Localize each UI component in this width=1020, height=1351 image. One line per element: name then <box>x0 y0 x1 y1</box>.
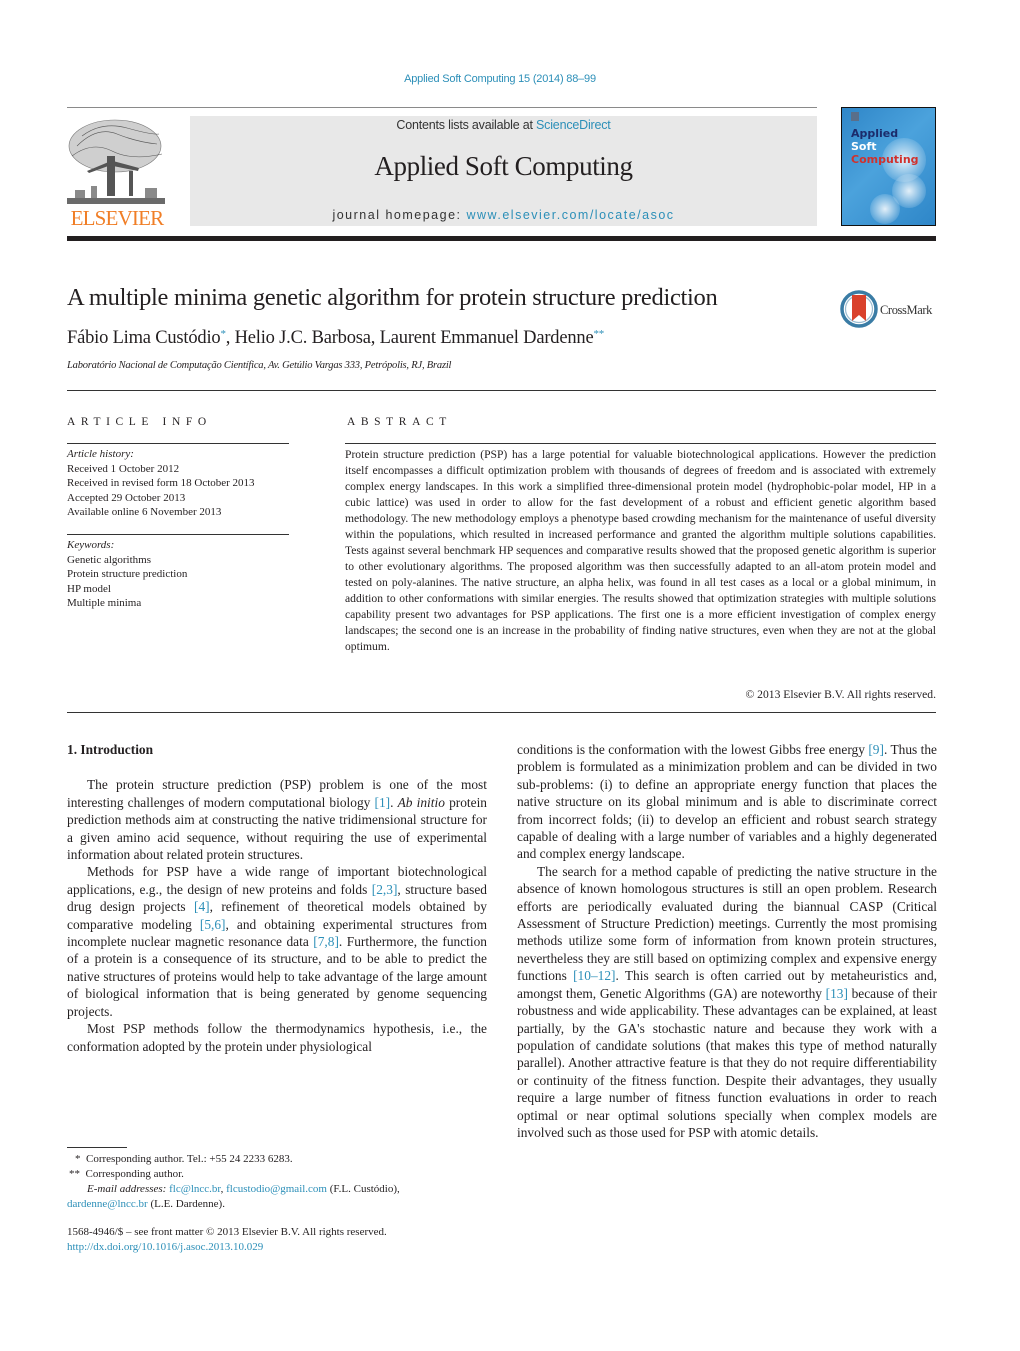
citation-link[interactable]: [1] <box>375 795 391 810</box>
email-label: E-mail addresses: <box>87 1183 167 1195</box>
elsevier-wordmark: ELSEVIER <box>70 206 165 230</box>
paragraph-text: The search for a method capable of predi… <box>517 863 937 984</box>
footnote-mark: * <box>75 1153 81 1165</box>
cover-bubble <box>870 194 900 224</box>
keywords: Keywords: Genetic algorithms Protein str… <box>67 538 297 611</box>
cover-title-line1: Applied <box>851 127 899 140</box>
divider <box>67 443 289 444</box>
history-item: Available online 6 November 2013 <box>67 506 222 518</box>
journal-name: Applied Soft Computing <box>374 151 633 181</box>
footnote-mark: ** <box>69 1168 80 1180</box>
footnote-text: Corresponding author. Tel.: +55 24 2233 … <box>86 1153 293 1165</box>
email-line: E-mail addresses: flc@lncc.br, flcustodi… <box>67 1182 497 1197</box>
divider <box>67 534 289 535</box>
history-item: Accepted 29 October 2013 <box>67 491 186 504</box>
divider <box>67 390 936 391</box>
body-paragraph: The protein structure prediction (PSP) p… <box>67 776 487 863</box>
crossmark-icon <box>840 290 878 328</box>
email-link[interactable]: dardenne@lncc.br <box>67 1198 148 1210</box>
italic-text: Ab initio <box>397 794 445 810</box>
email-line: dardenne@lncc.br (L.E. Dardenne). <box>67 1197 497 1212</box>
elsevier-logo[interactable]: ELSEVIER <box>67 116 167 230</box>
crossmark-badge[interactable]: CrossMark <box>840 289 940 331</box>
body-paragraph: conditions is the conformation with the … <box>517 741 937 863</box>
contents-prefix: Contents lists available at <box>396 118 537 132</box>
citation-link[interactable]: [4] <box>194 899 210 914</box>
keyword-item: Protein structure prediction <box>67 568 188 580</box>
front-matter: 1568-4946/$ – see front matter © 2013 El… <box>67 1225 497 1255</box>
author-name[interactable]: Laurent Emmanuel Dardenne <box>380 328 594 348</box>
homepage-prefix: journal homepage: <box>332 208 467 222</box>
footnote-1: * Corresponding author. Tel.: +55 24 223… <box>67 1152 497 1167</box>
section-heading: 1. Introduction <box>67 742 154 757</box>
citation-link[interactable]: [10–12] <box>573 968 615 983</box>
citation-link[interactable]: [9] <box>868 742 884 757</box>
body-paragraph: The search for a method capable of predi… <box>517 863 937 1142</box>
keyword-item: HP model <box>67 582 111 595</box>
article-history: Article history: Received 1 October 2012… <box>67 447 297 520</box>
author-name[interactable]: Fábio Lima Custódio <box>67 328 221 348</box>
header-rule <box>67 107 817 108</box>
email-owner: (L.E. Dardenne). <box>147 1198 225 1210</box>
citation-link[interactable]: [7,8] <box>313 934 339 949</box>
history-item: Received 1 October 2012 <box>67 462 180 475</box>
crossmark-label: CrossMark <box>880 303 932 317</box>
footnote-2: ** Corresponding author. <box>67 1167 497 1182</box>
abstract-copyright: © 2013 Elsevier B.V. All rights reserved… <box>745 688 936 701</box>
journal-cover-thumbnail[interactable]: Applied Soft Computing <box>841 107 936 226</box>
divider <box>345 443 936 444</box>
doi-link[interactable]: http://dx.doi.org/10.1016/j.asoc.2013.10… <box>67 1241 263 1253</box>
sciencedirect-link[interactable]: ScienceDirect <box>536 118 611 132</box>
paragraph-text: because of their robustness and wide app… <box>517 985 937 1140</box>
body-paragraph: Methods for PSP have a wide range of imp… <box>67 863 487 1020</box>
history-label: Article history: <box>67 448 134 460</box>
citation-link[interactable]: [13] <box>826 986 848 1001</box>
footnote-rule <box>67 1147 127 1148</box>
citation-link[interactable]: [5,6] <box>200 917 226 932</box>
author-footnote-mark[interactable]: ** <box>593 328 604 340</box>
paragraph-text: Most PSP methods follow the thermodynami… <box>67 1021 487 1054</box>
abstract-heading: ABSTRACT <box>347 416 452 428</box>
cover-title-line3: Computing <box>851 153 919 166</box>
paragraph-text: . <box>390 794 398 810</box>
cover-title-line2: Soft <box>851 140 877 153</box>
history-item: Received in revised form 18 October 2013 <box>67 477 255 489</box>
journal-banner: Contents lists available at ScienceDirec… <box>190 116 817 226</box>
contents-line: Contents lists available at ScienceDirec… <box>190 118 817 132</box>
article-title: A multiple minima genetic algorithm for … <box>67 284 718 311</box>
author-list: Fábio Lima Custódio*, Helio J.C. Barbosa… <box>67 328 604 349</box>
journal-citation-link[interactable]: Applied Soft Computing 15 (2014) 88–99 <box>0 73 1000 85</box>
body-column-left: 1. Introduction The protein structure pr… <box>67 741 487 1055</box>
journal-homepage-link[interactable]: www.elsevier.com/locate/asoc <box>466 208 674 222</box>
left-paragraphs: The protein structure prediction (PSP) p… <box>67 776 487 1055</box>
elsevier-tree-icon <box>67 119 165 204</box>
body-paragraph: Most PSP methods follow the thermodynami… <box>67 1020 487 1055</box>
paragraph-text: conditions is the conformation with the … <box>517 742 869 757</box>
right-paragraphs: conditions is the conformation with the … <box>517 741 937 1141</box>
citation-link[interactable]: [2,3] <box>372 882 398 897</box>
email-owner: (F.L. Custódio), <box>327 1183 400 1195</box>
footnote-text: Corresponding author. <box>85 1168 184 1180</box>
body-column-right: conditions is the conformation with the … <box>517 741 937 1141</box>
keywords-label: Keywords: <box>67 539 115 551</box>
front-matter-text: 1568-4946/$ – see front matter © 2013 El… <box>67 1226 387 1238</box>
affiliation: Laboratório Nacional de Computação Cient… <box>67 360 452 371</box>
homepage-line: journal homepage: www.elsevier.com/locat… <box>190 208 817 222</box>
footnotes: * Corresponding author. Tel.: +55 24 223… <box>67 1152 497 1212</box>
keyword-item: Genetic algorithms <box>67 553 152 566</box>
header-thick-rule <box>67 236 936 241</box>
email-link[interactable]: flcustodio@gmail.com <box>226 1183 327 1195</box>
keyword-item: Multiple minima <box>67 597 142 609</box>
abstract-text: Protein structure prediction (PSP) has a… <box>345 448 936 653</box>
author-name[interactable]: Helio J.C. Barbosa <box>235 328 371 348</box>
article-info-heading: ARTICLE INFO <box>67 416 212 428</box>
author-separator: , <box>370 328 380 348</box>
paragraph-text: . Thus the problem is formulated as a mi… <box>517 742 937 862</box>
author-separator: , <box>225 328 235 348</box>
cover-mini-logo-icon <box>851 112 859 121</box>
email-link[interactable]: flc@lncc.br <box>169 1183 221 1195</box>
divider <box>67 712 936 713</box>
